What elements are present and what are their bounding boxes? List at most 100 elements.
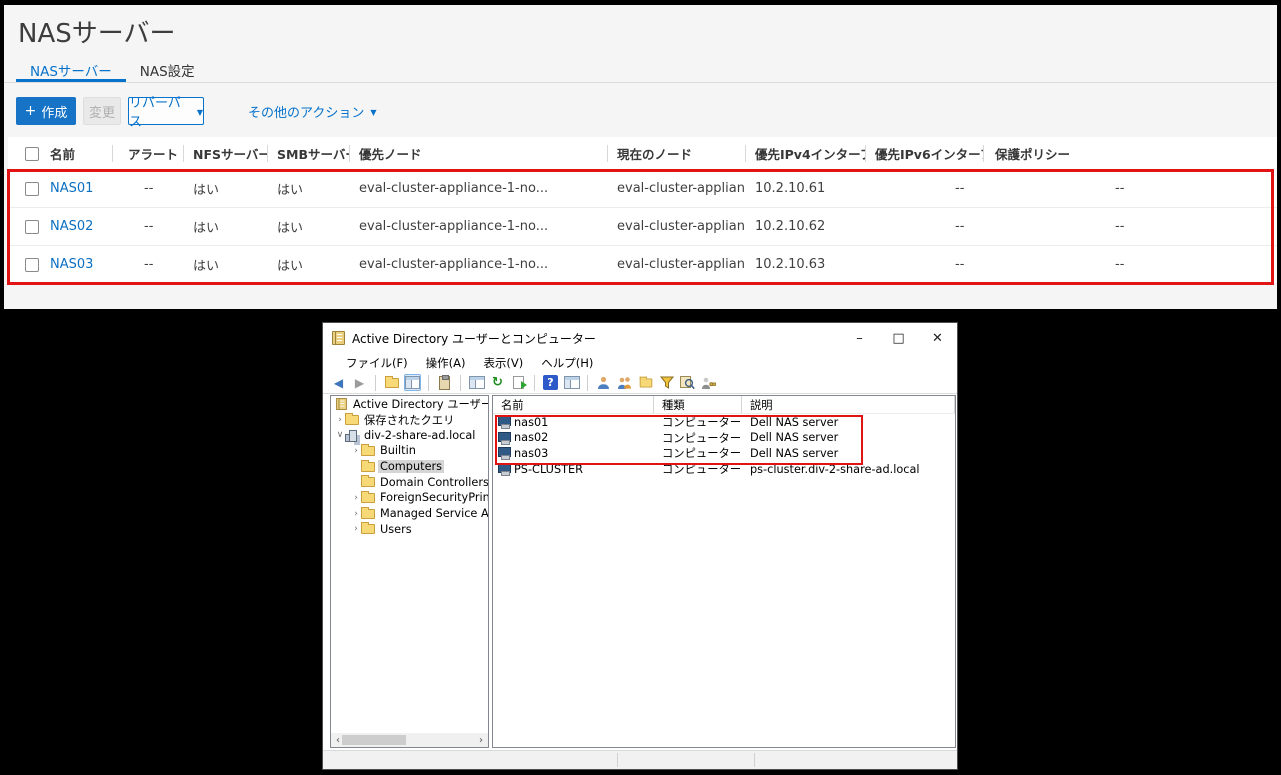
tab-nas-servers[interactable]: NASサーバー (16, 55, 126, 82)
folder-icon (361, 462, 375, 472)
more-actions-dropdown[interactable]: その他のアクション ▼ (248, 102, 377, 121)
cell-alert: -- (112, 170, 183, 207)
tree-item-domain[interactable]: ∨ div-2-share-ad.local (331, 427, 488, 443)
cell-policy: -- (983, 246, 1277, 283)
tree-item-computers[interactable]: Computers (331, 459, 488, 475)
cell-current-node: eval-cluster-appliance-1-no... (607, 170, 745, 207)
computer-icon (498, 416, 511, 428)
row-checkbox[interactable] (25, 258, 39, 272)
row-checkbox[interactable] (25, 220, 39, 234)
create-button-label: 作成 (41, 102, 67, 121)
tree-item-domain-controllers[interactable]: Domain Controllers (331, 474, 488, 490)
modify-button[interactable]: 変更 (83, 97, 121, 125)
chevron-right-icon[interactable]: › (335, 415, 345, 425)
nas-server-link[interactable]: NAS03 (50, 257, 93, 272)
menu-file[interactable]: ファイル(F) (337, 355, 417, 371)
aduc-titlebar[interactable]: Active Directory ユーザーとコンピューター – □ ✕ (323, 323, 957, 353)
table-row-nas02[interactable]: NAS02 -- はい はい eval-cluster-appliance-1-… (8, 208, 1277, 246)
row-checkbox[interactable] (25, 182, 39, 196)
properties-clipboard-icon[interactable] (436, 374, 453, 391)
table-row-nas01[interactable]: NAS01 -- はい はい eval-cluster-appliance-1-… (8, 170, 1277, 208)
aduc-main-area: Active Directory ユーザーとコンピュー › 保存されたクエリ ∨… (323, 395, 957, 748)
tree-item-users[interactable]: › Users (331, 522, 488, 538)
list-column-name[interactable]: 名前 (493, 396, 654, 413)
tab-nas-settings[interactable]: NAS設定 (126, 55, 209, 82)
column-header-nfs[interactable]: NFSサーバー (183, 137, 267, 170)
column-header-ipv4[interactable]: 優先IPv4インターフェイ... (745, 137, 865, 170)
cell-alert: -- (112, 246, 183, 283)
tree-item-foreign-security-principals[interactable]: › ForeignSecurityPrincipals (331, 490, 488, 506)
create-user-icon[interactable] (595, 374, 612, 391)
list-column-description[interactable]: 説明 (742, 396, 955, 413)
repurpose-button-label: リパーパス (129, 92, 191, 130)
tree-root-label: Active Directory ユーザーとコンピュー (353, 396, 488, 412)
horizontal-scrollbar[interactable]: ‹ › (331, 733, 488, 747)
column-header-preferred-node[interactable]: 優先ノード (349, 137, 607, 170)
cell-nfs: はい (183, 208, 267, 245)
caret-down-icon: ▼ (370, 108, 376, 117)
delegate-users-icon[interactable] (700, 374, 717, 391)
page-title: NASサーバー (18, 13, 175, 50)
aduc-window-title: Active Directory ユーザーとコンピューター (352, 330, 596, 347)
nas-server-link[interactable]: NAS01 (50, 181, 93, 196)
properties-window-icon[interactable] (468, 374, 485, 391)
list-item-nas01[interactable]: nas01 コンピューター Dell NAS server (493, 414, 955, 430)
up-one-level-icon[interactable] (383, 374, 400, 391)
computer-icon (498, 447, 511, 459)
nas-tabs: NASサーバー NAS設定 (4, 55, 1277, 83)
scrollbar-thumb[interactable] (342, 735, 406, 745)
column-header-current-node[interactable]: 現在のノード (607, 137, 745, 170)
menu-view[interactable]: 表示(V) (474, 355, 532, 371)
nas-table-header: 名前 アラート NFSサーバー SMBサーバー 優先ノード 現在のノード 優先I… (8, 137, 1277, 170)
filter-icon[interactable] (658, 374, 675, 391)
toolbar-separator (587, 375, 588, 391)
table-row-nas03[interactable]: NAS03 -- はい はい eval-cluster-appliance-1-… (8, 246, 1277, 284)
list-column-type[interactable]: 種類 (654, 396, 742, 413)
list-item-nas03[interactable]: nas03 コンピューター Dell NAS server (493, 445, 955, 461)
column-header-ipv6[interactable]: 優先IPv6インターフェイ... (865, 137, 983, 170)
folder-icon (345, 415, 359, 425)
column-header-name[interactable]: 名前 (8, 137, 112, 170)
list-item-nas02[interactable]: nas02 コンピューター Dell NAS server (493, 430, 955, 446)
list-header: 名前 種類 説明 (493, 396, 955, 414)
show-console-tree-icon[interactable] (404, 374, 421, 391)
chevron-right-icon[interactable]: › (351, 446, 361, 456)
menu-help[interactable]: ヘルプ(H) (532, 355, 602, 371)
view-options-icon[interactable] (563, 374, 580, 391)
toolbar-separator (460, 375, 461, 391)
tree-item-builtin[interactable]: › Builtin (331, 443, 488, 459)
tree-item-saved-queries[interactable]: › 保存されたクエリ (331, 412, 488, 428)
repurpose-dropdown-button[interactable]: リパーパス ▼ (128, 97, 204, 125)
menu-action[interactable]: 操作(A) (417, 355, 475, 371)
create-ou-icon[interactable] (637, 374, 654, 391)
column-header-smb[interactable]: SMBサーバー (267, 137, 349, 170)
tree-root[interactable]: Active Directory ユーザーとコンピュー (331, 396, 488, 412)
create-button[interactable]: + 作成 (16, 97, 76, 125)
chevron-right-icon[interactable]: › (351, 509, 361, 519)
chevron-right-icon[interactable]: › (351, 493, 361, 503)
nas-server-link[interactable]: NAS02 (50, 219, 93, 234)
cell-nfs: はい (183, 246, 267, 283)
console-tree-panel: Active Directory ユーザーとコンピュー › 保存されたクエリ ∨… (330, 395, 489, 748)
chevron-down-icon[interactable]: ∨ (335, 430, 345, 440)
help-icon[interactable]: ? (542, 374, 559, 391)
window-controls: – □ ✕ (840, 323, 957, 353)
list-item-ps-cluster[interactable]: PS-CLUSTER コンピューター ps-cluster.div-2-shar… (493, 461, 955, 477)
select-all-checkbox[interactable] (25, 147, 39, 161)
find-icon[interactable] (679, 374, 696, 391)
close-button[interactable]: ✕ (918, 323, 957, 353)
export-list-icon[interactable] (510, 374, 527, 391)
column-header-protection-policy[interactable]: 保護ポリシー (983, 137, 1277, 170)
scroll-right-icon[interactable]: › (474, 735, 488, 746)
refresh-icon[interactable]: ↻ (489, 374, 506, 391)
folder-icon (361, 524, 375, 534)
cell-smb: はい (267, 208, 349, 245)
tree-item-managed-service-accounts[interactable]: › Managed Service Accounts (331, 506, 488, 522)
maximize-button[interactable]: □ (879, 323, 918, 353)
forward-icon[interactable]: ▶ (351, 374, 368, 391)
create-group-icon[interactable] (616, 374, 633, 391)
back-icon[interactable]: ◀ (330, 374, 347, 391)
column-header-alert[interactable]: アラート (112, 137, 183, 170)
chevron-right-icon[interactable]: › (351, 524, 361, 534)
minimize-button[interactable]: – (840, 323, 879, 353)
